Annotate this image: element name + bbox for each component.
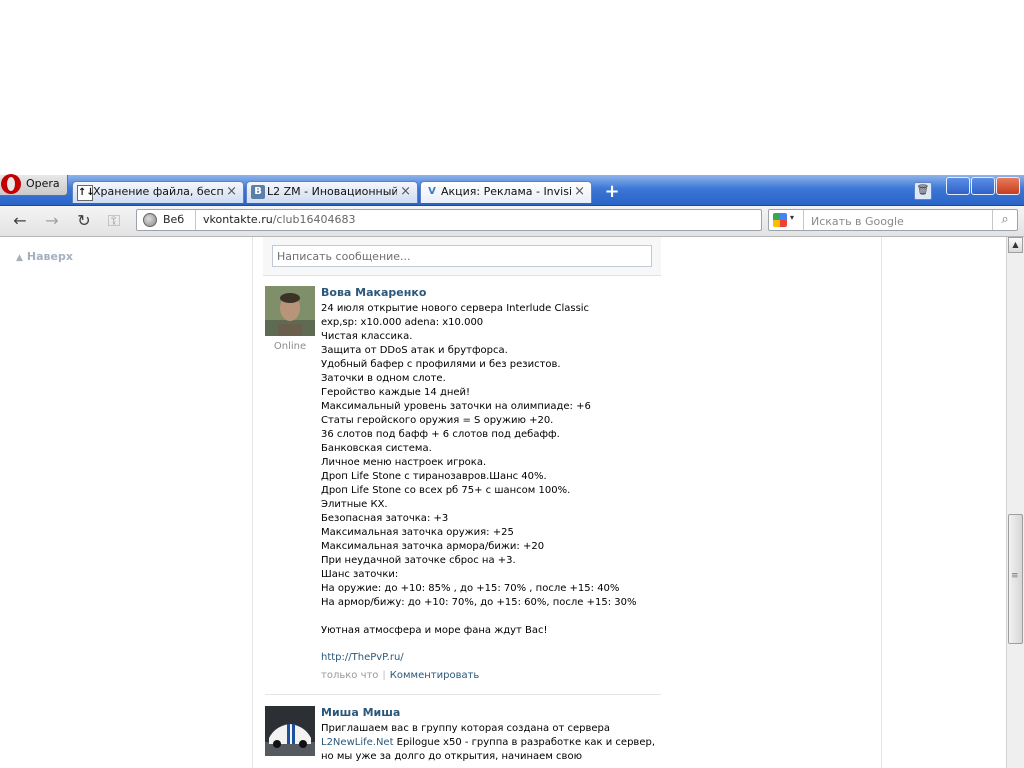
minimize-button[interactable]: [946, 177, 970, 195]
opera-logo-icon: [1, 174, 21, 194]
search-divider: [803, 210, 804, 230]
post-link[interactable]: http://ThePvP.ru/: [321, 652, 404, 663]
tab-title: Хранение файла, беспл...: [93, 185, 223, 198]
chevron-down-icon[interactable]: ▾: [790, 213, 794, 222]
upload-download-favicon-icon: ↑↓: [77, 185, 95, 201]
tab-close-icon[interactable]: ×: [574, 184, 585, 199]
wall-post: Миша Миша Приглашаем вас в группу котора…: [263, 706, 661, 768]
address-field[interactable]: Веб vkontakte.ru/club16404683: [136, 209, 762, 231]
post-text-start: Приглашаем вас в группу которая создана …: [321, 723, 610, 734]
post-author[interactable]: Вова Макаренко: [321, 286, 426, 299]
back-button[interactable]: ←: [10, 211, 30, 231]
post-time: только что: [321, 670, 379, 681]
avatar[interactable]: [265, 286, 315, 336]
post-meta: только что | Комментировать: [321, 670, 479, 681]
column-divider-left: [252, 237, 253, 768]
meta-separator: |: [382, 670, 386, 681]
scroll-up-button[interactable]: ▲: [1008, 237, 1023, 253]
page-content: ▲Наверх Online Вова Макаренко 24 июля от…: [0, 237, 1006, 768]
address-host: vkontakte.ru: [203, 213, 273, 226]
opera-menu-button[interactable]: Opera: [0, 174, 68, 196]
close-window-button[interactable]: [996, 177, 1020, 195]
post-divider: [265, 694, 661, 695]
inline-link[interactable]: L2NewLife.Net: [321, 737, 394, 748]
address-path: /club16404683: [272, 213, 356, 226]
forward-button[interactable]: →: [42, 211, 62, 231]
tab-l2-zm[interactable]: B L2 ZM - Иновационный I... ×: [246, 181, 418, 203]
post-author[interactable]: Миша Миша: [321, 706, 400, 719]
vk-favicon-icon: B: [251, 185, 265, 199]
user-avatar-image: [265, 286, 315, 336]
search-field[interactable]: ▾ ⌕: [768, 209, 1018, 231]
back-to-top-link[interactable]: ▲ Наверх: [16, 250, 73, 263]
compose-box: [263, 237, 661, 276]
search-icon[interactable]: ⌕: [992, 210, 1017, 230]
scroll-thumb[interactable]: [1008, 514, 1023, 644]
reload-button[interactable]: ↻: [74, 211, 94, 231]
tab-bar: Opera ↑↓ Хранение файла, беспл... × B L2…: [0, 174, 1024, 206]
google-icon[interactable]: [773, 213, 787, 227]
vertical-scrollbar[interactable]: ▲: [1006, 237, 1024, 768]
tab-file-storage[interactable]: ↑↓ Хранение файла, беспл... ×: [72, 181, 244, 203]
compose-message-input[interactable]: [272, 245, 652, 267]
back-to-top-label: Наверх: [26, 250, 73, 263]
post-text: 24 июля открытие нового сервера Interlud…: [321, 303, 637, 636]
invisible-favicon-icon: V: [428, 186, 436, 197]
car-avatar-image: [265, 706, 315, 756]
address-scheme-label: Веб: [163, 213, 185, 226]
opera-menu-label: Opera: [26, 177, 60, 190]
arrow-up-icon: ▲: [16, 253, 23, 263]
tab-close-icon[interactable]: ×: [226, 184, 237, 199]
trash-icon[interactable]: 🗑: [914, 182, 932, 200]
address-divider: [195, 210, 196, 230]
tab-close-icon[interactable]: ×: [400, 184, 411, 199]
wall-post: Online Вова Макаренко 24 июля открытие н…: [263, 286, 661, 686]
tab-title: Акция: Реклама - Invisi...: [441, 185, 571, 198]
address-toolbar: ← → ↻ ⚿ Веб vkontakte.ru/club16404683 ▾ …: [0, 206, 1024, 237]
globe-icon: [143, 213, 157, 227]
post-text: Приглашаем вас в группу которая создана …: [321, 722, 659, 764]
search-input[interactable]: [809, 211, 993, 231]
address-text[interactable]: vkontakte.ru/club16404683: [203, 213, 355, 226]
avatar[interactable]: [265, 706, 315, 756]
tab-title: L2 ZM - Иновационный I...: [267, 185, 397, 198]
comment-link[interactable]: Комментировать: [390, 670, 480, 681]
new-tab-button[interactable]: +: [603, 183, 621, 201]
maximize-button[interactable]: [971, 177, 995, 195]
wand-key-icon[interactable]: ⚿: [104, 211, 124, 231]
column-divider-right: [881, 237, 882, 768]
online-status: Online: [273, 341, 307, 352]
tab-akciya-reklama[interactable]: V Акция: Реклама - Invisi... ×: [420, 181, 592, 203]
